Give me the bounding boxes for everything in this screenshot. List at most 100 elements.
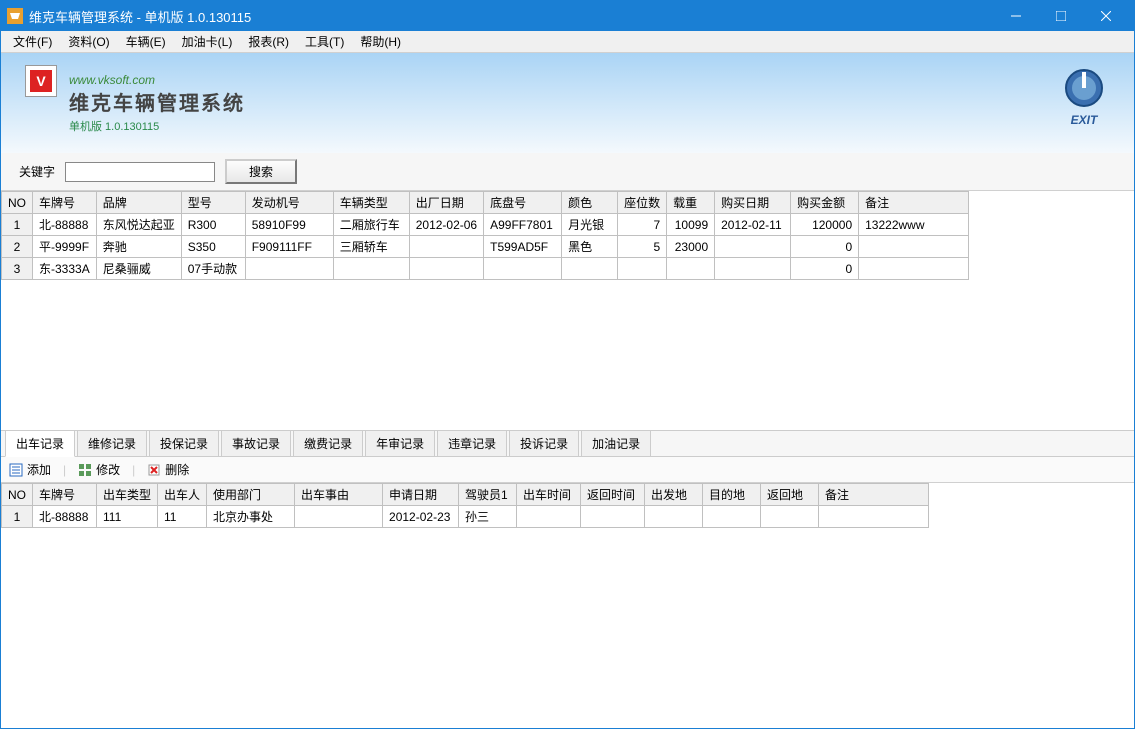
vehicle-col-type[interactable]: 车辆类型 [333, 192, 409, 214]
trip-col-dept[interactable]: 使用部门 [207, 484, 295, 506]
vehicle-col-load[interactable]: 载重 [667, 192, 715, 214]
menu-data[interactable]: 资料(O) [60, 31, 117, 52]
close-button[interactable] [1083, 1, 1128, 31]
vehicle-col-plate[interactable]: 车牌号 [33, 192, 97, 214]
trip-col-plate[interactable]: 车牌号 [33, 484, 97, 506]
vehicle-col-model[interactable]: 型号 [181, 192, 245, 214]
cell-type: 三厢轿车 [333, 236, 409, 258]
banner-title-block: www.vksoft.com 维克车辆管理系统 单机版 1.0.130115 [69, 73, 245, 134]
vehicle-col-remark[interactable]: 备注 [859, 192, 969, 214]
separator: | [63, 463, 66, 477]
cell-plate: 平-9999F [33, 236, 97, 258]
cell-plate: 北-88888 [33, 506, 97, 528]
cell-plate: 东-3333A [33, 258, 97, 280]
trip-col-remark[interactable]: 备注 [819, 484, 929, 506]
tab-annual[interactable]: 年审记录 [365, 430, 435, 456]
menu-vehicle[interactable]: 车辆(E) [118, 31, 174, 52]
table-row[interactable]: 2平-9999F奔驰S350F909111FF三厢轿车T599AD5F黑色523… [2, 236, 969, 258]
tab-repair[interactable]: 维修记录 [77, 430, 147, 456]
exit-label: EXIT [1064, 113, 1104, 127]
delete-icon [147, 463, 161, 477]
add-button[interactable]: 添加 [9, 461, 51, 478]
vehicle-col-buy_date[interactable]: 购买日期 [715, 192, 791, 214]
cell-chassis: T599AD5F [484, 236, 562, 258]
exit-button[interactable]: EXIT [1064, 68, 1104, 127]
tab-fuel[interactable]: 加油记录 [581, 430, 651, 456]
cell-dept: 北京办事处 [207, 506, 295, 528]
menu-report[interactable]: 报表(R) [240, 31, 297, 52]
cell-load: 23000 [667, 236, 715, 258]
cell-no: 2 [2, 236, 33, 258]
cell-seats: 7 [618, 214, 667, 236]
banner-edition: 单机版 1.0.130115 [69, 118, 245, 134]
menu-help[interactable]: 帮助(H) [352, 31, 409, 52]
cell-buy_date [715, 236, 791, 258]
menu-tool[interactable]: 工具(T) [297, 31, 352, 52]
trip-col-no[interactable]: NO [2, 484, 33, 506]
trip-col-driver1[interactable]: 驾驶员1 [459, 484, 517, 506]
cell-color [562, 258, 618, 280]
cell-engine [245, 258, 333, 280]
cell-buy_amount: 0 [791, 258, 859, 280]
trip-col-back_time[interactable]: 返回时间 [581, 484, 645, 506]
vehicle-col-chassis[interactable]: 底盘号 [484, 192, 562, 214]
search-button[interactable]: 搜索 [225, 159, 297, 184]
cell-type: 111 [97, 506, 158, 528]
table-row[interactable]: 3东-3333A尼桑骊威07手动款0 [2, 258, 969, 280]
tab-accident[interactable]: 事故记录 [221, 430, 291, 456]
vehicle-col-color[interactable]: 颜色 [562, 192, 618, 214]
table-row[interactable]: 1北-88888东风悦达起亚R30058910F99二厢旅行车2012-02-0… [2, 214, 969, 236]
logo: V [25, 65, 57, 97]
cell-factory_date [409, 236, 483, 258]
cell-remark [859, 258, 969, 280]
edit-button[interactable]: 修改 [78, 461, 120, 478]
tab-fee[interactable]: 缴费记录 [293, 430, 363, 456]
cell-remark [859, 236, 969, 258]
cell-factory_date [409, 258, 483, 280]
delete-button[interactable]: 删除 [147, 461, 189, 478]
vehicle-col-buy_amount[interactable]: 购买金额 [791, 192, 859, 214]
cell-no: 1 [2, 506, 33, 528]
menu-file[interactable]: 文件(F) [5, 31, 60, 52]
detail-tabs: 出车记录 维修记录 投保记录 事故记录 缴费记录 年审记录 违章记录 投诉记录 … [1, 431, 1134, 457]
trip-col-from[interactable]: 出发地 [645, 484, 703, 506]
cell-seats: 5 [618, 236, 667, 258]
trip-col-apply_date[interactable]: 申请日期 [383, 484, 459, 506]
tab-violation[interactable]: 违章记录 [437, 430, 507, 456]
tab-complaint[interactable]: 投诉记录 [509, 430, 579, 456]
logo-letter: V [30, 70, 52, 92]
searchbar: 关键字 搜索 [1, 153, 1134, 191]
cell-buy_date [715, 258, 791, 280]
cell-type: 二厢旅行车 [333, 214, 409, 236]
delete-label: 删除 [165, 461, 189, 478]
table-row[interactable]: 1北-8888811111北京办事处2012-02-23孙三 [2, 506, 929, 528]
minimize-button[interactable] [993, 1, 1038, 31]
trip-col-reason[interactable]: 出车事由 [295, 484, 383, 506]
cell-load: 10099 [667, 214, 715, 236]
trip-col-to[interactable]: 目的地 [703, 484, 761, 506]
cell-driver1: 孙三 [459, 506, 517, 528]
tab-insure[interactable]: 投保记录 [149, 430, 219, 456]
trip-col-out_time[interactable]: 出车时间 [517, 484, 581, 506]
menu-fuelcard[interactable]: 加油卡(L) [174, 31, 241, 52]
vehicle-col-engine[interactable]: 发动机号 [245, 192, 333, 214]
cell-no: 1 [2, 214, 33, 236]
cell-brand: 尼桑骊威 [96, 258, 181, 280]
trip-col-person[interactable]: 出车人 [158, 484, 207, 506]
cell-remark [819, 506, 929, 528]
vehicle-col-no[interactable]: NO [2, 192, 33, 214]
vehicle-col-seats[interactable]: 座位数 [618, 192, 667, 214]
trip-col-return_place[interactable]: 返回地 [761, 484, 819, 506]
maximize-button[interactable] [1038, 1, 1083, 31]
cell-model: S350 [181, 236, 245, 258]
vehicle-col-brand[interactable]: 品牌 [96, 192, 181, 214]
banner: V www.vksoft.com 维克车辆管理系统 单机版 1.0.130115… [1, 53, 1134, 153]
vehicle-col-factory_date[interactable]: 出厂日期 [409, 192, 483, 214]
search-input[interactable] [65, 162, 215, 182]
cell-to [703, 506, 761, 528]
cell-load [667, 258, 715, 280]
cell-brand: 东风悦达起亚 [96, 214, 181, 236]
tab-trip[interactable]: 出车记录 [5, 430, 75, 457]
trip-table-zone: NO车牌号出车类型出车人使用部门出车事由申请日期驾驶员1出车时间返回时间出发地目… [1, 483, 1134, 728]
trip-col-type[interactable]: 出车类型 [97, 484, 158, 506]
